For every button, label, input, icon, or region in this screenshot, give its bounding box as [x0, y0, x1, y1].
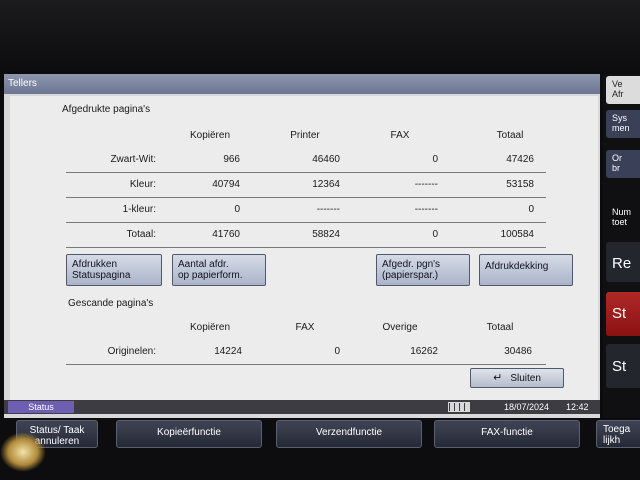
- prints-per-paper-size-button[interactable]: Aantal afdr. op papierform.: [172, 254, 266, 286]
- side-button-3[interactable]: Or br: [606, 150, 640, 178]
- device-frame: Tellers Afgedrukte pagina's Kopiëren Pri…: [0, 0, 640, 480]
- side-button-system-menu[interactable]: Sys men: [606, 110, 640, 138]
- side-button-label: br: [612, 163, 621, 173]
- row-divider: [66, 222, 546, 223]
- cell-single-total: 0: [528, 204, 534, 215]
- return-arrow-icon: ↵: [493, 372, 503, 384]
- button-label-line: Afdrukdekking: [485, 261, 549, 272]
- cell-bw-copy: 966: [223, 154, 240, 165]
- cell-bw-fax: 0: [432, 154, 438, 165]
- row-label-originals: Originelen:: [107, 346, 156, 357]
- row-label-bw: Zwart-Wit:: [110, 154, 156, 165]
- status-bar: Status 18/07/2024 12:42: [4, 400, 600, 414]
- cell-color-fax: -------: [414, 179, 438, 190]
- send-function-button[interactable]: Verzendfunctie: [276, 420, 422, 448]
- status-date: 18/07/2024: [504, 402, 550, 412]
- row-label-color: Kleur:: [129, 179, 156, 190]
- cell-total-fax: 0: [432, 229, 438, 240]
- cell-single-printer: -------: [316, 204, 340, 215]
- cell-originals-total: 30486: [504, 346, 532, 357]
- side-button-reset[interactable]: Re: [606, 242, 640, 282]
- cell-originals-other: 16262: [410, 346, 438, 357]
- button-label-line: lijkh: [603, 435, 621, 446]
- cell-single-fax: -------: [414, 204, 438, 215]
- button-label-line: Aantal afdr.: [178, 259, 229, 270]
- indicator-light: [0, 432, 46, 472]
- status-time: 12:42: [566, 402, 589, 412]
- cell-bw-printer: 46460: [312, 154, 340, 165]
- cell-single-copy: 0: [234, 204, 240, 215]
- accessibility-button[interactable]: Toega lijkh: [596, 420, 640, 448]
- button-label-line: Afgedr. pgn's: [382, 259, 441, 270]
- printed-col-copy: Kopiëren: [189, 130, 231, 141]
- side-button-stop[interactable]: St: [606, 292, 640, 336]
- button-label-line: Statuspagina: [72, 270, 131, 281]
- side-button-start[interactable]: St: [606, 344, 640, 388]
- window-title: Tellers: [4, 74, 600, 94]
- copy-function-button[interactable]: Kopieërfunctie: [116, 420, 262, 448]
- side-button-label: Ve: [612, 79, 623, 89]
- close-button[interactable]: ↵ Sluiten: [470, 368, 564, 388]
- side-button-label: men: [612, 123, 630, 133]
- printed-col-fax: FAX: [390, 130, 410, 141]
- side-panel: Ve Afr Sys men Or br Num toet Re St St: [603, 74, 640, 418]
- print-status-page-button[interactable]: Afdrukken Statuspagina: [66, 254, 162, 286]
- cell-color-total: 53158: [506, 179, 534, 190]
- counter-panel: Afgedrukte pagina's Kopiëren Printer FAX…: [10, 96, 598, 400]
- row-divider: [66, 247, 546, 248]
- cell-total-printer: 58824: [312, 229, 340, 240]
- button-label-line: op papierform.: [178, 270, 243, 281]
- row-label-total: Totaal:: [126, 229, 156, 240]
- button-label-line: Toega: [603, 424, 631, 435]
- side-button-label: Num: [612, 207, 632, 217]
- scanned-col-total: Totaal: [486, 322, 514, 333]
- row-label-single-color: 1-kleur:: [122, 204, 156, 215]
- side-button-label: Afr: [612, 89, 624, 99]
- scanned-col-other: Overige: [382, 322, 418, 333]
- printed-col-printer: Printer: [290, 130, 320, 141]
- button-label-line: Afdrukken: [72, 259, 118, 270]
- cell-total-copy: 41760: [212, 229, 240, 240]
- bezel-top: [0, 0, 640, 74]
- print-coverage-button[interactable]: Afdrukdekking: [479, 254, 573, 286]
- side-button-label: toet: [612, 217, 628, 227]
- cell-originals-copy: 14224: [214, 346, 242, 357]
- scanned-section-title: Gescande pagina's: [68, 298, 154, 309]
- paper-saving-pages-button[interactable]: Afgedr. pgn's (papierspar.): [376, 254, 470, 286]
- function-key-bar: Status/ Taak annuleren Kopieërfunctie Ve…: [0, 418, 640, 480]
- printed-col-total: Totaal: [496, 130, 524, 141]
- side-button-label: Or: [612, 153, 622, 163]
- button-label-line: (papierspar.): [382, 270, 439, 281]
- scanned-col-copy: Kopiëren: [189, 322, 231, 333]
- row-divider: [66, 197, 546, 198]
- side-button-1[interactable]: Ve Afr: [606, 76, 640, 104]
- cell-bw-total: 47426: [506, 154, 534, 165]
- side-button-label: Sys: [612, 113, 628, 123]
- scanned-col-fax: FAX: [295, 322, 315, 333]
- printed-section-title: Afgedrukte pagina's: [62, 104, 151, 115]
- toner-level-icon: [448, 402, 470, 412]
- fax-function-button[interactable]: FAX-functie: [434, 420, 580, 448]
- side-button-numeric-keys[interactable]: Num toet: [606, 204, 640, 234]
- status-tab[interactable]: Status: [8, 401, 74, 413]
- close-button-label: Sluiten: [510, 373, 541, 384]
- cell-originals-fax: 0: [334, 346, 340, 357]
- row-divider: [66, 172, 546, 173]
- touch-screen: Tellers Afgedrukte pagina's Kopiëren Pri…: [4, 74, 600, 418]
- row-divider: [66, 364, 546, 365]
- cell-color-printer: 12364: [312, 179, 340, 190]
- cell-total-total: 100584: [500, 229, 534, 240]
- cell-color-copy: 40794: [212, 179, 240, 190]
